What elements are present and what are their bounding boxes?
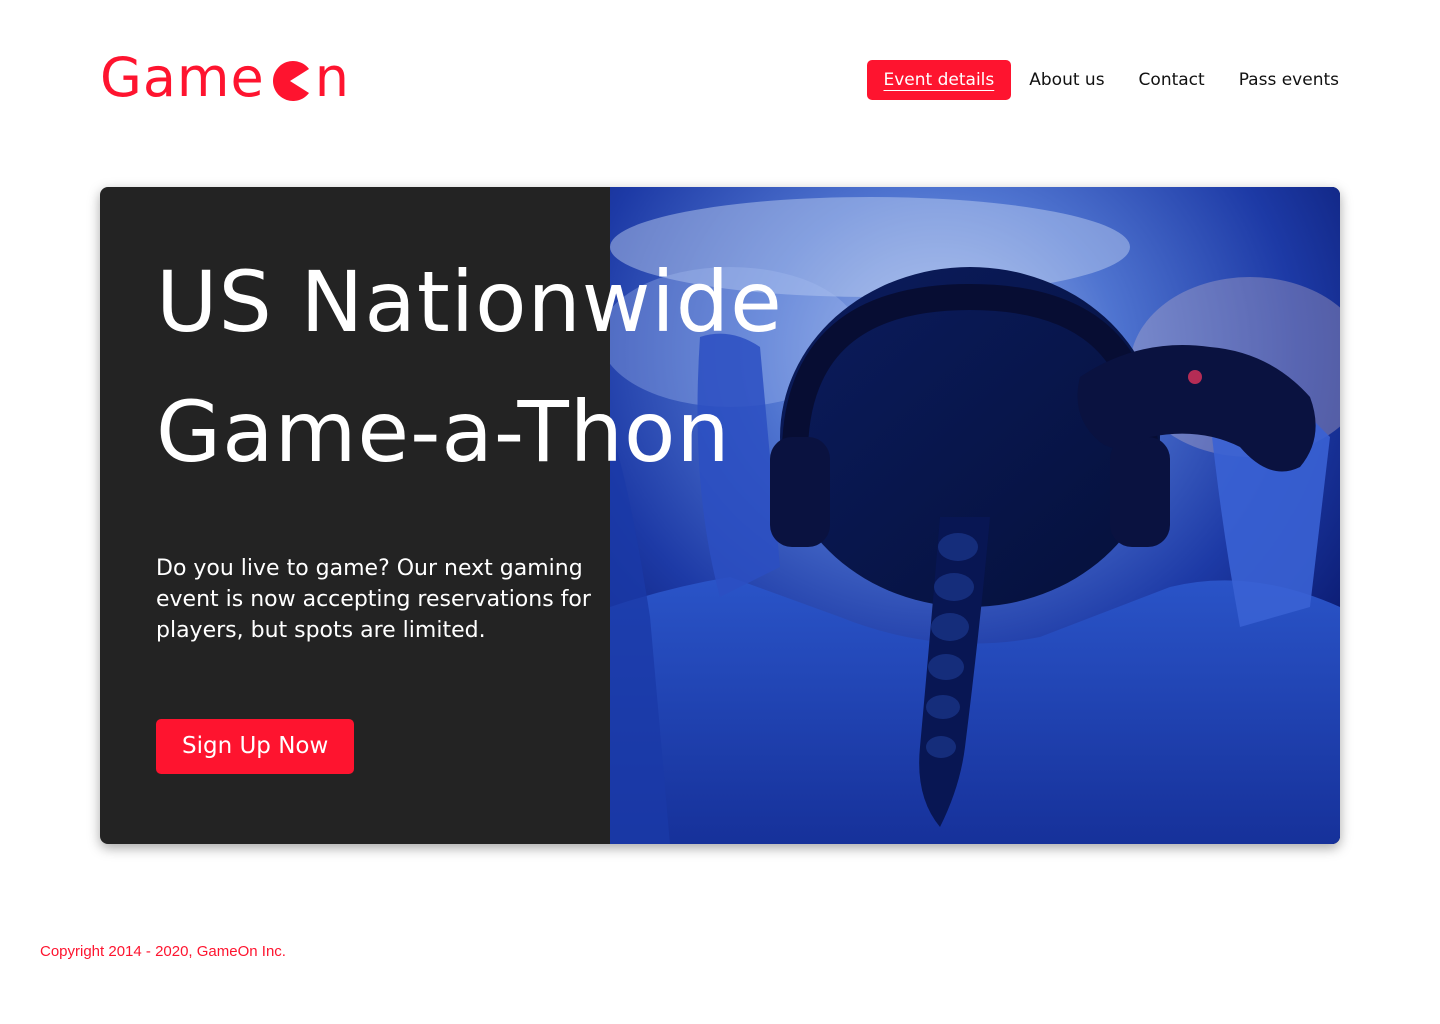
hero-title: US Nationwide Game-a-Thon bbox=[156, 237, 783, 497]
logo-text-n: n bbox=[314, 46, 350, 109]
site-header: Game n Event details About us Contact Pa… bbox=[100, 50, 1340, 110]
page: Game n Event details About us Contact Pa… bbox=[0, 0, 1440, 1024]
hero-title-line-1: US Nationwide bbox=[156, 253, 783, 351]
nav-item-contact[interactable]: Contact bbox=[1122, 60, 1222, 100]
nav-item-event-details[interactable]: Event details bbox=[866, 60, 1012, 100]
pacman-o-icon bbox=[269, 60, 311, 102]
hero-title-line-2: Game-a-Thon bbox=[156, 383, 731, 481]
sign-up-now-button[interactable]: Sign Up Now bbox=[156, 719, 355, 774]
nav-item-pass-events[interactable]: Pass events bbox=[1222, 60, 1340, 100]
logo-text-game: Game bbox=[100, 46, 265, 109]
footer-copyright: Copyright 2014 - 2020, GameOn Inc. bbox=[40, 943, 286, 960]
nav-item-about-us[interactable]: About us bbox=[1012, 60, 1121, 100]
main-nav: Event details About us Contact Pass even… bbox=[866, 60, 1341, 100]
hero-section: US Nationwide Game-a-Thon Do you live to… bbox=[100, 187, 1340, 844]
hero-description: Do you live to game? Our next gaming eve… bbox=[156, 556, 591, 643]
gameon-logo[interactable]: Game n bbox=[100, 50, 350, 106]
